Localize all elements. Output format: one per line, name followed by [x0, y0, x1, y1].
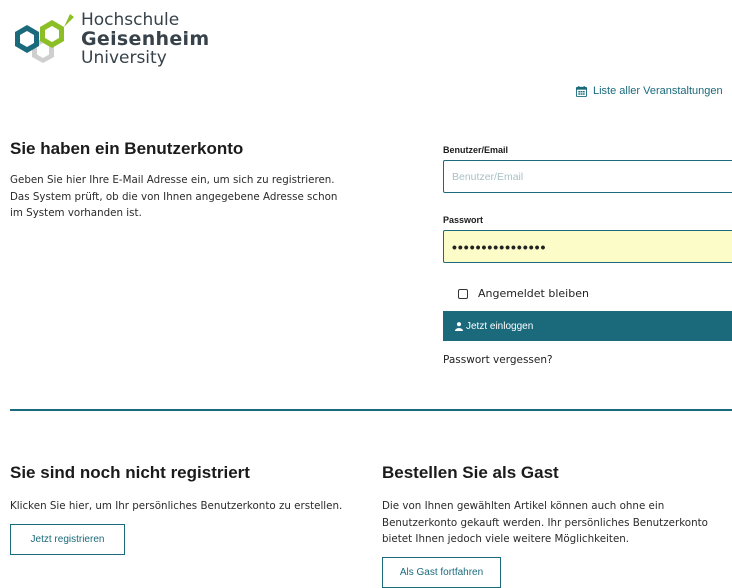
username-input[interactable]: [443, 160, 732, 193]
university-logo[interactable]: Hochschule Geisenheim University: [8, 8, 209, 72]
logo-line-2: Geisenheim: [81, 27, 210, 50]
forgot-password-link[interactable]: Passwort vergessen?: [443, 354, 553, 366]
calendar-icon: [576, 85, 587, 97]
guest-text-line: Benutzerkonto gekauft werden. Ihr persön…: [382, 516, 708, 529]
events-list-link[interactable]: Liste aller Veranstaltungen: [576, 85, 723, 97]
account-text-line: Geben Sie hier Ihre E-Mail Adresse ein, …: [10, 174, 335, 186]
guest-heading: Bestellen Sie als Gast: [382, 463, 559, 482]
checkbox-box[interactable]: [458, 288, 468, 299]
login-button-label: Jetzt einloggen: [466, 320, 534, 332]
account-heading: Sie haben ein Benutzerkonto: [10, 139, 244, 158]
user-icon: [455, 321, 463, 331]
events-link-label: Liste aller Veranstaltungen: [593, 85, 723, 97]
hexagon-logo-icon: [15, 14, 74, 63]
guest-continue-button[interactable]: Als Gast fortfahren: [382, 557, 501, 588]
register-description: Klicken Sie hier, um Ihr persönliches Be…: [10, 500, 343, 512]
register-button[interactable]: Jetzt registrieren: [10, 524, 125, 555]
account-description: Geben Sie hier Ihre E-Mail Adresse ein, …: [10, 172, 337, 222]
logo-line-3: University: [81, 47, 167, 68]
password-input[interactable]: [443, 230, 732, 263]
guest-description: Die von Ihnen gewählten Artikel können a…: [382, 498, 708, 548]
password-label: Passwort: [443, 215, 484, 225]
remember-me-label: Angemeldet bleiben: [478, 287, 589, 300]
guest-text-line: Die von Ihnen gewählten Artikel können a…: [382, 500, 665, 512]
account-text-line: Das System prüft, ob die von Ihnen angeg…: [10, 190, 338, 203]
guest-text-line: bietet Ihnen jedoch viele weitere Möglic…: [382, 533, 630, 545]
username-label: Benutzer/Email: [443, 145, 509, 155]
login-button[interactable]: Jetzt einloggen: [443, 311, 732, 341]
remember-me-checkbox[interactable]: Angemeldet bleiben: [458, 287, 589, 300]
account-text-line: im System vorhanden ist.: [10, 207, 142, 219]
section-divider: [10, 409, 732, 411]
register-heading: Sie sind noch nicht registriert: [10, 463, 250, 482]
